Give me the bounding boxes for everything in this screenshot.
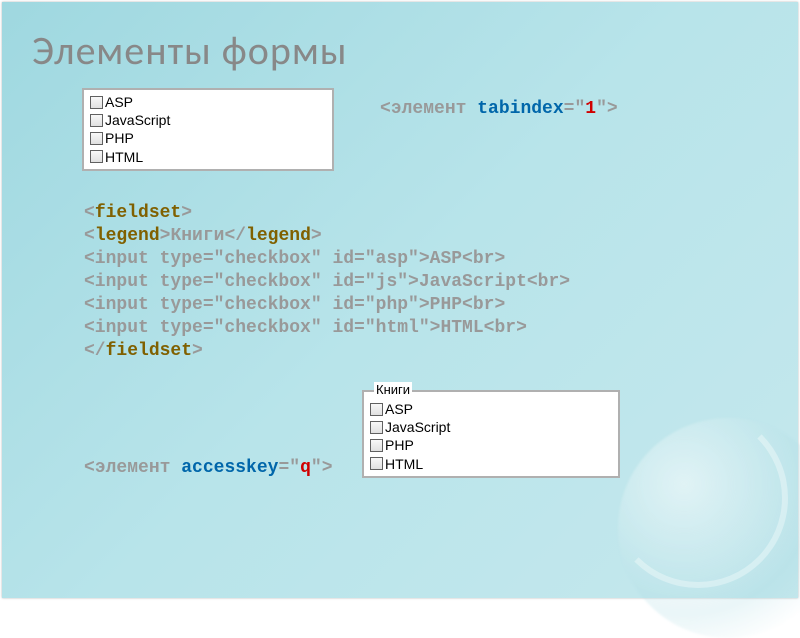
list-item: ASP xyxy=(90,93,326,111)
closing: "> xyxy=(311,458,333,478)
list-item: JavaScript xyxy=(370,418,612,436)
checkbox-icon[interactable] xyxy=(90,132,103,145)
attr-name: accesskey xyxy=(181,458,278,478)
list-item: HTML xyxy=(370,455,612,473)
fieldset-preview-1: ASP JavaScript PHP HTML xyxy=(82,88,334,171)
equals: =" xyxy=(278,458,300,478)
element-word: элемент xyxy=(391,99,467,119)
equals: =" xyxy=(564,99,586,119)
list-item: PHP xyxy=(370,436,612,454)
slide: Элементы формы ASP JavaScript PHP HTML <… xyxy=(2,2,798,598)
bracket: < xyxy=(380,99,391,119)
closing: "> xyxy=(596,99,618,119)
text: Книги xyxy=(170,226,224,246)
tag: legend xyxy=(95,226,160,246)
checkbox-label: HTML xyxy=(105,148,143,166)
checkbox-label: PHP xyxy=(385,436,414,454)
fieldset-preview-2: Книги ASP JavaScript PHP HTML xyxy=(362,390,620,478)
code-block: <fieldset> <legend>Книги</legend> <input… xyxy=(84,202,570,363)
list-item: ASP xyxy=(370,400,612,418)
element-word: элемент xyxy=(95,458,171,478)
checkbox-icon[interactable] xyxy=(370,403,383,416)
checkbox-label: ASP xyxy=(385,400,413,418)
checkbox-label: PHP xyxy=(105,129,134,147)
code-tabindex: <элемент tabindex="1"> xyxy=(380,98,618,121)
decorative-arc xyxy=(608,408,788,588)
checkbox-icon[interactable] xyxy=(90,96,103,109)
list-item: JavaScript xyxy=(90,111,326,129)
code-line: <input type="checkbox" id="php">PHP<br> xyxy=(84,295,505,315)
attr-value: q xyxy=(300,458,311,478)
checkbox-label: HTML xyxy=(385,455,423,473)
tag: fieldset xyxy=(106,341,192,361)
checkbox-label: JavaScript xyxy=(385,418,450,436)
code-line: <input type="checkbox" id="html">HTML<br… xyxy=(84,318,527,338)
checkbox-icon[interactable] xyxy=(90,150,103,163)
checkbox-icon[interactable] xyxy=(90,114,103,127)
list-item: HTML xyxy=(90,148,326,166)
code-line: <input type="checkbox" id="asp">ASP<br> xyxy=(84,249,505,269)
checkbox-icon[interactable] xyxy=(370,439,383,452)
tag: fieldset xyxy=(95,203,181,223)
tag: legend xyxy=(246,226,311,246)
code-accesskey: <элемент accesskey="q"> xyxy=(84,457,333,480)
checkbox-label: JavaScript xyxy=(105,111,170,129)
checkbox-icon[interactable] xyxy=(370,457,383,470)
checkbox-icon[interactable] xyxy=(370,421,383,434)
attr-value: 1 xyxy=(585,99,596,119)
slide-title: Элементы формы xyxy=(32,26,348,75)
list-item: PHP xyxy=(90,129,326,147)
code-line: <input type="checkbox" id="js">JavaScrip… xyxy=(84,272,570,292)
attr-name: tabindex xyxy=(477,99,563,119)
checkbox-label: ASP xyxy=(105,93,133,111)
bracket: < xyxy=(84,458,95,478)
legend-label: Книги xyxy=(374,382,412,397)
